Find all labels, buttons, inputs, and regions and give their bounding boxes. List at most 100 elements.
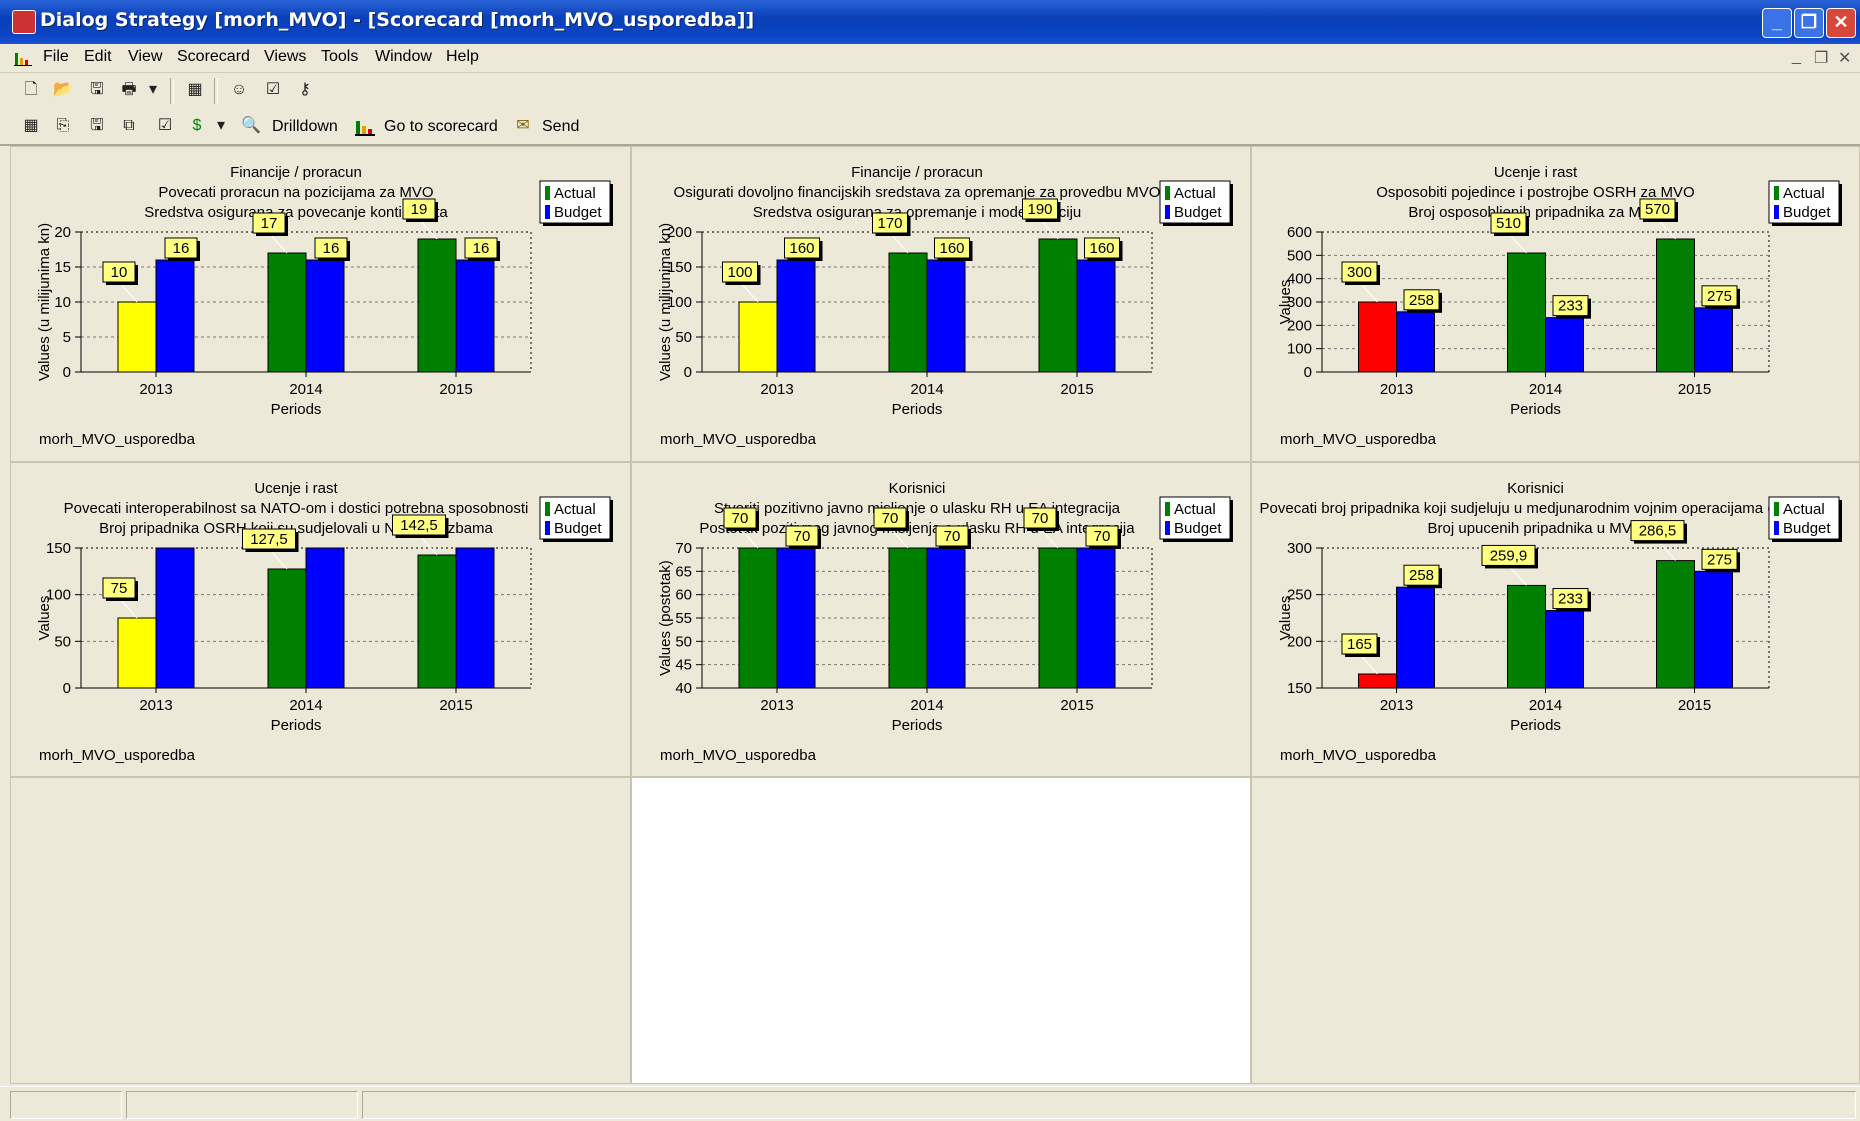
chart-title-line: Korisnici xyxy=(1507,480,1564,497)
bar-actual xyxy=(267,252,307,373)
y-axis-title: Values xyxy=(1277,596,1294,641)
envelope-icon[interactable]: ✉ xyxy=(512,116,534,136)
legend-swatch xyxy=(545,521,550,535)
mdi-close-button[interactable]: ✕ xyxy=(1838,48,1851,68)
menu-window[interactable]: Window xyxy=(375,48,432,66)
x-tick-label: 2015 xyxy=(1678,381,1711,398)
data-label: 70 xyxy=(794,528,811,545)
scorecard-name: morh_MVO_usporedba xyxy=(1280,747,1437,764)
data-label: 275 xyxy=(1707,288,1732,305)
data-label: 160 xyxy=(939,240,964,257)
bar-budget xyxy=(155,547,195,689)
x-tick-label: 2015 xyxy=(439,697,472,714)
menu-edit[interactable]: Edit xyxy=(84,48,112,66)
y-tick-label: 0 xyxy=(63,680,71,697)
mdi-minimize-button[interactable]: _ xyxy=(1792,48,1801,66)
bar-actual xyxy=(117,301,157,373)
y-tick-label: 5 xyxy=(63,329,71,346)
menu-help[interactable]: Help xyxy=(446,48,479,66)
drilldown-button[interactable]: Drilldown xyxy=(272,118,338,136)
currency-dropdown-icon[interactable]: ▾ xyxy=(214,116,228,136)
chart-panel-4[interactable]: Ucenje i rast Povecati interoperabilnost … xyxy=(10,462,631,777)
data-label: 258 xyxy=(1409,567,1434,584)
save-icon[interactable]: 🖫 xyxy=(86,116,108,136)
chart-title-line: Financije / proracun xyxy=(851,164,983,181)
bar-actual xyxy=(1358,673,1397,689)
checkbox-icon[interactable]: ☑ xyxy=(154,116,176,136)
x-tick-label: 2014 xyxy=(1529,697,1562,714)
data-label: 510 xyxy=(1496,215,1521,232)
user-icon[interactable]: ☺ xyxy=(228,80,250,100)
bar-chart: Korisnici Stvoriti pozitivno javno mislje… xyxy=(657,480,1233,764)
bar-actual xyxy=(1656,238,1695,373)
maximize-button[interactable]: ❐ xyxy=(1794,8,1824,38)
chart-panel-5[interactable]: Korisnici Stvoriti pozitivno javno mislje… xyxy=(631,462,1251,777)
bar-budget xyxy=(455,259,495,373)
menu-tools[interactable]: Tools xyxy=(321,48,358,66)
key-icon[interactable]: ⚷ xyxy=(294,80,316,100)
open-folder-icon[interactable]: 📂 xyxy=(52,80,74,100)
toolbar-separator xyxy=(214,78,218,104)
go-to-scorecard-button[interactable]: Go to scorecard xyxy=(384,118,498,136)
chart-title-line: Povecati broj pripadnika koji sudjeluju … xyxy=(1260,500,1812,517)
properties-icon[interactable]: ▦ xyxy=(184,80,206,100)
y-axis-title: Values xyxy=(1277,280,1294,325)
mdi-restore-button[interactable]: ❐ xyxy=(1814,48,1828,68)
chart-title-line: Financije / proracun xyxy=(230,164,362,181)
legend-label: Actual xyxy=(1783,501,1825,518)
bar-actual xyxy=(417,554,457,689)
bar-actual xyxy=(888,252,928,373)
empty-panel-9[interactable] xyxy=(1251,777,1860,1084)
print-icon[interactable]: 🖶 xyxy=(118,80,140,100)
x-axis-title: Periods xyxy=(1510,717,1561,734)
print-dropdown-icon[interactable]: ▾ xyxy=(146,80,160,100)
bar-budget xyxy=(1076,259,1116,373)
bar-budget xyxy=(1396,311,1435,373)
copy-icon[interactable]: ⎘ xyxy=(52,116,74,136)
properties-icon[interactable]: ▦ xyxy=(20,116,42,136)
scorecard-name: morh_MVO_usporedba xyxy=(39,747,196,764)
new-icon[interactable]: 🗋 xyxy=(20,80,42,100)
chart-title-line: Korisnici xyxy=(889,480,946,497)
legend-label: Budget xyxy=(1174,520,1222,537)
legend-label: Actual xyxy=(554,501,596,518)
data-label: 19 xyxy=(411,201,428,218)
chart-panel-2[interactable]: Financije / proracun Osigurati dovoljno f… xyxy=(631,146,1251,462)
status-pane xyxy=(10,1091,122,1119)
drilldown-icon[interactable]: 🔍 xyxy=(240,116,262,136)
empty-panel-8[interactable] xyxy=(631,777,1251,1084)
menu-view[interactable]: View xyxy=(128,48,162,66)
title-bar: Dialog Strategy [morh_MVO] - [Scorecard … xyxy=(0,0,1860,44)
chart-panel-3[interactable]: Ucenje i rast Osposobiti pojedince i post… xyxy=(1251,146,1860,462)
currency-icon[interactable]: $ xyxy=(186,116,208,136)
x-tick-label: 2013 xyxy=(760,697,793,714)
chart-panel-6[interactable]: Korisnici Povecati broj pripadnika koji s… xyxy=(1251,462,1860,777)
checklist-icon[interactable]: ☑ xyxy=(262,80,284,100)
bar-budget xyxy=(305,259,345,373)
save-icon[interactable]: 🖫 xyxy=(86,80,108,100)
close-button[interactable]: ✕ xyxy=(1826,8,1856,38)
data-label: 70 xyxy=(944,528,961,545)
menu-views[interactable]: Views xyxy=(264,48,306,66)
data-label: 300 xyxy=(1347,264,1372,281)
empty-panel-7[interactable] xyxy=(10,777,631,1084)
bar-actual xyxy=(888,547,928,689)
chart-panel-1[interactable]: Financije / proracun Povecati proracun na… xyxy=(10,146,631,462)
menu-scorecard[interactable]: Scorecard xyxy=(177,48,250,66)
minimize-button[interactable]: _ xyxy=(1762,8,1792,38)
y-tick-label: 65 xyxy=(675,563,692,580)
save-all-icon[interactable]: ⧉ xyxy=(118,116,140,136)
y-tick-label: 50 xyxy=(675,329,692,346)
bar-budget xyxy=(1076,547,1116,689)
app-icon[interactable] xyxy=(12,10,36,34)
bar-budget xyxy=(1694,307,1733,373)
send-button[interactable]: Send xyxy=(542,118,579,136)
y-tick-label: 100 xyxy=(1287,341,1312,358)
bar-budget xyxy=(926,547,966,689)
legend-swatch xyxy=(1774,502,1779,516)
data-label: 165 xyxy=(1347,636,1372,653)
x-tick-label: 2013 xyxy=(1380,697,1413,714)
data-label: 160 xyxy=(789,240,814,257)
menu-file[interactable]: File xyxy=(43,48,69,66)
go-to-scorecard-icon[interactable] xyxy=(355,118,375,136)
